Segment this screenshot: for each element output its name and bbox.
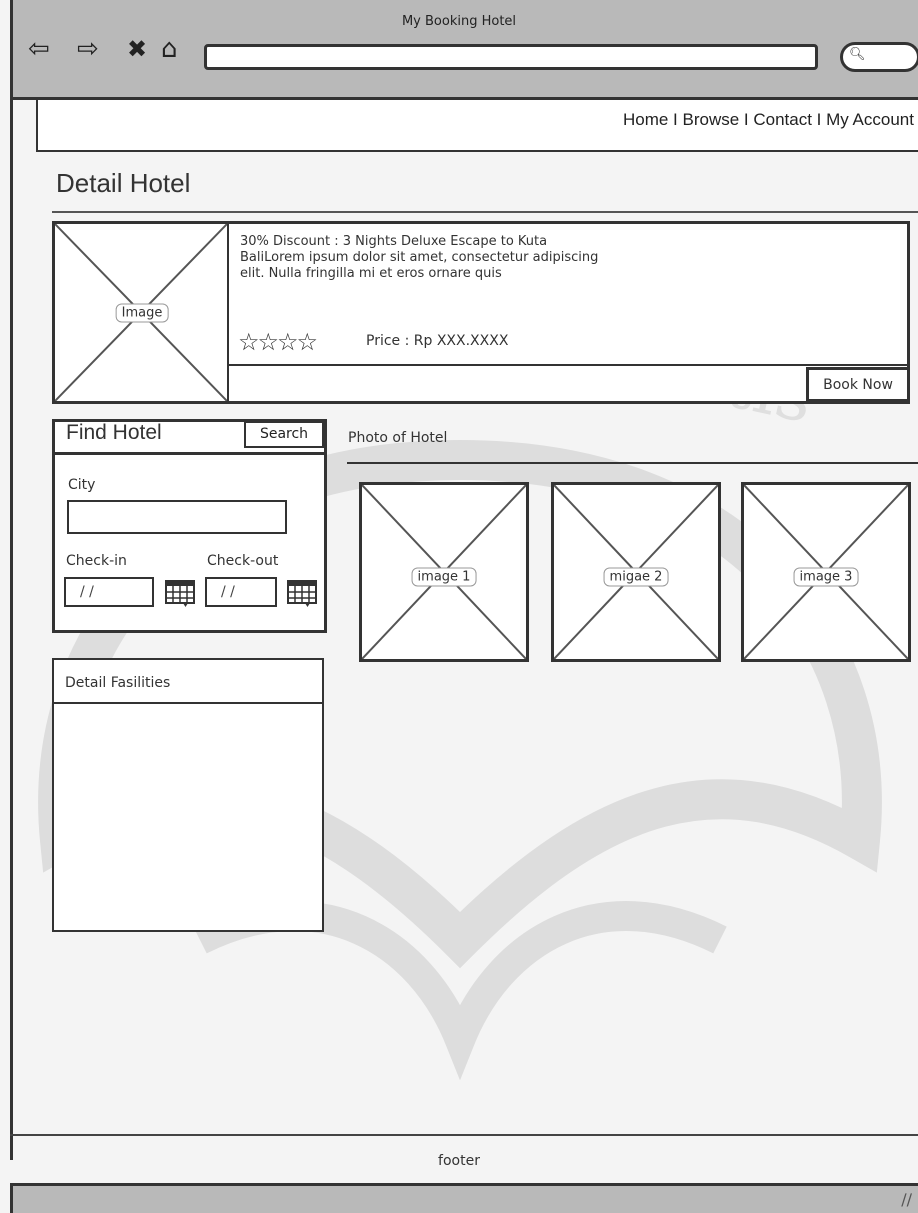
star-rating-icon: ☆☆☆☆ (238, 328, 318, 356)
promo-line-1: 30% Discount : 3 Nights Deluxe Escape to… (240, 234, 548, 249)
city-label: City (68, 477, 96, 493)
find-hotel-title: Find Hotel (66, 421, 162, 444)
search-button[interactable]: Search (244, 421, 324, 448)
window-title: My Booking Hotel (401, 14, 517, 29)
facilities-title: Detail Fasilities (65, 675, 171, 691)
hotel-photo-1[interactable]: image 1 (359, 482, 529, 662)
promo-image: Image (55, 224, 229, 401)
address-bar[interactable] (204, 44, 818, 70)
checkout-date-input[interactable]: / / (205, 577, 277, 607)
checkin-label: Check-in (66, 553, 127, 569)
hotel-photo-label: image 3 (793, 567, 859, 587)
resize-grip-icon[interactable]: ∕∕ (901, 1190, 912, 1209)
stop-icon[interactable]: ✖ (127, 36, 147, 62)
forward-icon[interactable]: ⇨ (77, 36, 99, 62)
promo-divider (229, 364, 907, 366)
checkout-label: Check-out (207, 553, 279, 569)
photos-divider (347, 462, 918, 464)
price-label: Price : Rp XXX.XXXX (366, 333, 509, 349)
browser-search-field[interactable]: 🔍︎ (840, 42, 918, 72)
city-input[interactable] (67, 500, 287, 534)
checkin-date-input[interactable]: / / (64, 577, 154, 607)
facilities-panel (52, 658, 324, 932)
browser-status-bar (10, 1183, 918, 1213)
page-title: Detail Hotel (56, 168, 191, 198)
checkin-calendar-icon[interactable] (164, 578, 196, 608)
top-navigation[interactable]: Home I Browse I Contact I My Account (623, 110, 914, 130)
promo-description: 30% Discount : 3 Nights Deluxe Escape to… (240, 234, 650, 282)
back-icon[interactable]: ⇦ (28, 36, 50, 62)
title-divider (52, 211, 918, 213)
footer: footer (438, 1153, 480, 1169)
promo-image-label: Image (115, 303, 169, 323)
checkout-calendar-icon[interactable] (286, 578, 318, 608)
hotel-photo-3[interactable]: image 3 (741, 482, 911, 662)
hotel-photo-label: migae 2 (603, 567, 669, 587)
footer-divider (10, 1134, 918, 1136)
promo-line-2: BaliLorem ipsum dolor sit amet, consecte… (240, 250, 599, 265)
facilities-divider (52, 702, 324, 704)
promo-line-3: elit. Nulla fringilla mi et eros ornare … (240, 266, 502, 281)
hotel-photo-2[interactable]: migae 2 (551, 482, 721, 662)
hotel-photo-label: image 1 (411, 567, 477, 587)
home-icon[interactable]: ⌂ (161, 36, 178, 62)
book-now-button[interactable]: Book Now (806, 367, 910, 402)
magnifier-icon: 🔍︎ (849, 47, 866, 62)
photos-title: Photo of Hotel (348, 430, 448, 446)
